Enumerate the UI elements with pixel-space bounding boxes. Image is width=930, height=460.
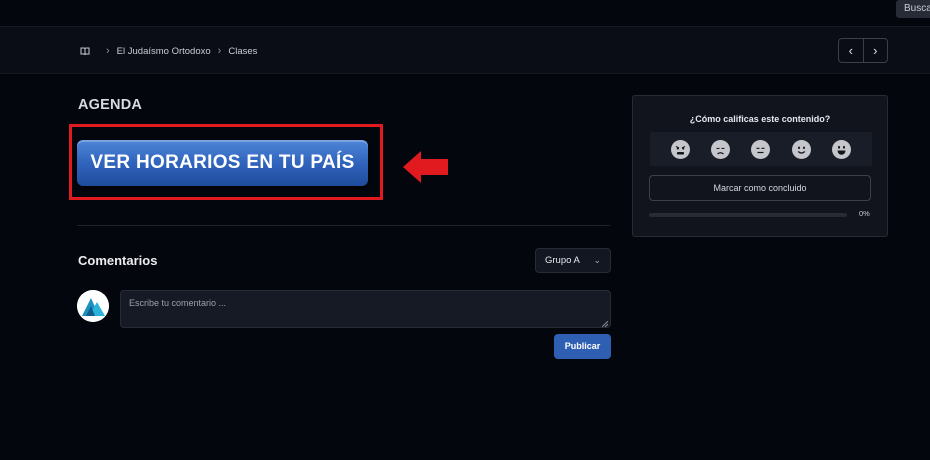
- progress-percent: 0%: [859, 209, 870, 218]
- book-icon[interactable]: [80, 47, 90, 56]
- comments-heading: Comentarios: [78, 253, 158, 268]
- section-divider: [77, 225, 610, 226]
- rating-card: ¿Cómo calificas este contenido? Marcar c…: [632, 95, 888, 237]
- mark-complete-button[interactable]: Marcar como concluido: [649, 175, 871, 201]
- breadcrumb: › El Judaísmo Ortodoxo › Clases: [80, 44, 257, 58]
- chevron-right-icon[interactable]: ›: [862, 39, 888, 62]
- search-button[interactable]: Buscar: [896, 0, 930, 18]
- breadcrumb-bar: › El Judaísmo Ortodoxo › Clases: [0, 27, 930, 74]
- agenda-heading: AGENDA: [78, 97, 143, 113]
- breadcrumb-item-course[interactable]: El Judaísmo Ortodoxo: [117, 46, 211, 57]
- angry-face-icon[interactable]: [670, 139, 690, 159]
- group-select-value: Grupo A: [545, 255, 580, 266]
- chevron-left-icon[interactable]: ‹: [839, 39, 863, 62]
- arrow-left-icon: [403, 151, 449, 188]
- chevron-right-icon: ›: [106, 45, 110, 57]
- resize-handle-icon[interactable]: [601, 319, 609, 328]
- schedule-button[interactable]: VER HORARIOS EN TU PAÍS: [77, 140, 368, 186]
- lesson-pager: ‹ ›: [838, 38, 888, 63]
- neutral-face-icon[interactable]: [751, 139, 771, 159]
- comment-input[interactable]: Escribe tu comentario ...: [120, 290, 611, 328]
- grin-face-icon[interactable]: [832, 139, 852, 159]
- publish-button[interactable]: Publicar: [554, 334, 611, 359]
- top-bar: Buscar: [0, 0, 930, 27]
- group-select[interactable]: Grupo A ⌄: [535, 248, 611, 273]
- comment-placeholder: Escribe tu comentario ...: [129, 298, 227, 308]
- rating-question: ¿Cómo calificas este contenido?: [689, 114, 831, 124]
- rating-options: [650, 132, 872, 166]
- sad-face-icon[interactable]: [711, 139, 731, 159]
- chevron-down-icon: ⌄: [593, 255, 601, 265]
- smile-face-icon[interactable]: [791, 139, 811, 159]
- progress-bar: [649, 213, 847, 217]
- breadcrumb-item-current[interactable]: Clases: [228, 46, 257, 57]
- chevron-right-icon: ›: [217, 45, 222, 57]
- avatar: [77, 290, 109, 322]
